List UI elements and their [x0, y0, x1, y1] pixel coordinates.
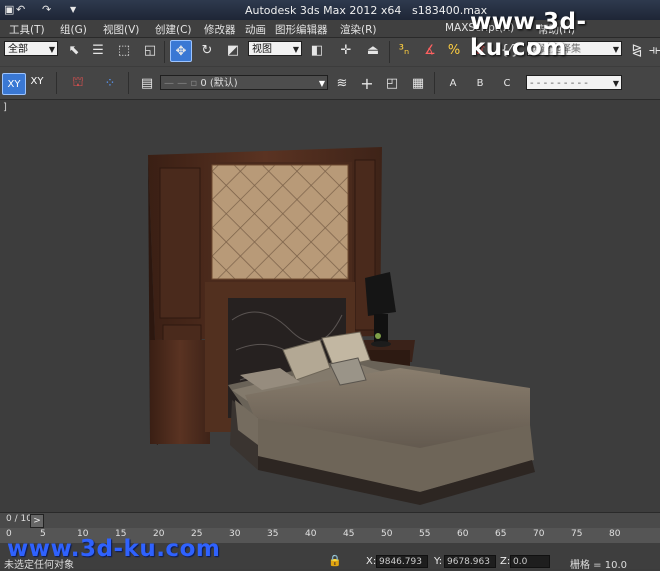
viewport-label[interactable]: ]	[3, 102, 7, 113]
menu-modifiers[interactable]: 修改器	[204, 22, 236, 37]
select-manipulate-button[interactable]: ✛	[336, 40, 356, 60]
separator	[128, 72, 129, 94]
tick-label: 55	[419, 529, 431, 539]
create-layer-button[interactable]: ≋	[332, 73, 352, 93]
tick-label: 80	[609, 529, 621, 539]
quick-access-dropdown-icon[interactable]: ▼	[70, 5, 76, 14]
select-move-button[interactable]: ✥	[170, 40, 192, 62]
menu-animation[interactable]: 动画	[245, 22, 266, 37]
named-set-c-button[interactable]: C	[497, 73, 517, 93]
secondary-toolbar: XY XY ⛫ ⁘ ▤ — — ▫ 0 (默认) ▼ ≋ + ◰ ▦ A B C …	[0, 67, 660, 100]
particle-view-icon[interactable]: ⁘	[100, 73, 120, 93]
reference-coord-dropdown[interactable]: 视图 ▼	[248, 41, 302, 56]
x-coordinate-field[interactable]: 9846.793	[376, 555, 428, 568]
chevron-down-icon: ▼	[318, 79, 325, 88]
named-set-a-button[interactable]: A	[443, 73, 463, 93]
layer-manager-button[interactable]: ▤	[137, 73, 157, 93]
chevron-down-icon: ▼	[612, 79, 619, 88]
select-object-button[interactable]: ⬉	[64, 40, 84, 60]
menu-rendering[interactable]: 渲染(R)	[340, 22, 377, 37]
container-icon[interactable]: ⛫	[68, 73, 88, 93]
percent-snap-button[interactable]: %	[444, 40, 464, 60]
tick-label: 40	[305, 529, 317, 539]
select-rotate-button[interactable]: ↻	[197, 40, 217, 60]
snaps-toggle-button[interactable]: ³ₙ	[394, 40, 414, 60]
tick-label: 35	[267, 529, 279, 539]
chevron-down-icon: ▼	[48, 45, 55, 54]
selection-filter-dropdown[interactable]: 全部 ▼	[4, 41, 58, 56]
tick-label: 75	[571, 529, 583, 539]
add-to-layer-button[interactable]: +	[357, 73, 377, 93]
select-in-layer-button[interactable]: ◰	[382, 73, 402, 93]
x-label: X:	[366, 556, 377, 567]
separator	[164, 41, 165, 63]
layer-dropdown[interactable]: — — ▫ 0 (默认) ▼	[160, 75, 328, 90]
separator	[434, 72, 435, 94]
y-coordinate-field[interactable]: 9678.963	[444, 555, 496, 568]
separator	[389, 41, 390, 63]
menu-graph-editors[interactable]: 图形编辑器	[275, 22, 328, 37]
watermark-bottom: www.3d-ku.com	[7, 536, 221, 562]
menu-group[interactable]: 组(G)	[60, 22, 87, 37]
tick-label: 45	[343, 529, 355, 539]
lock-selection-icon[interactable]: 🔒	[328, 554, 342, 567]
app-menu-icon[interactable]: ▣	[4, 3, 14, 16]
watermark-top: www.3d-ku.com	[470, 9, 587, 61]
menu-views[interactable]: 视图(V)	[103, 22, 139, 37]
menu-create[interactable]: 创建(C)	[155, 22, 192, 37]
menu-tools[interactable]: 工具(T)	[9, 22, 45, 37]
perspective-viewport[interactable]: ]	[0, 100, 660, 512]
axis-xy-button[interactable]: XY	[2, 73, 26, 95]
select-scale-button[interactable]: ◩	[223, 40, 243, 60]
window-crossing-button[interactable]: ◱	[140, 40, 160, 60]
select-by-name-button[interactable]: ☰	[88, 40, 108, 60]
y-label: Y:	[434, 556, 443, 567]
separator	[56, 72, 57, 94]
named-set-b-button[interactable]: B	[470, 73, 490, 93]
selection-filter-value: 全部	[8, 44, 28, 55]
layer-line-icon: — — ▫	[164, 78, 201, 89]
redo-button[interactable]: ↷	[42, 3, 51, 16]
undo-button[interactable]: ↶	[16, 3, 25, 16]
axis-xy-plane-button[interactable]: XY	[27, 71, 47, 91]
time-slider[interactable]: 0 / 100 >	[0, 512, 660, 529]
tick-label: 70	[533, 529, 545, 539]
line-style-icon: - - - - - - - - -	[530, 78, 588, 89]
layer-label: 0 (默认)	[200, 78, 238, 89]
pivot-center-button[interactable]: ◧	[307, 40, 327, 60]
keyboard-shortcut-override-button[interactable]: ⏏	[363, 40, 383, 60]
line-style-dropdown[interactable]: - - - - - - - - - ▼	[526, 75, 622, 90]
tick-label: 30	[229, 529, 241, 539]
time-slider-next-button[interactable]: >	[30, 514, 44, 528]
angle-snap-button[interactable]: ∡	[420, 40, 440, 60]
rectangular-selection-button[interactable]: ⬚	[114, 40, 134, 60]
chevron-down-icon: ▼	[292, 45, 299, 54]
z-coordinate-field[interactable]: 0.0	[510, 555, 550, 568]
tick-label: 60	[457, 529, 469, 539]
set-current-layer-button[interactable]: ▦	[408, 73, 428, 93]
tufted-headboard	[208, 162, 352, 282]
tick-label: 50	[381, 529, 393, 539]
tick-label: 65	[495, 529, 507, 539]
bed-scene	[148, 147, 535, 505]
z-label: Z:	[500, 556, 511, 567]
app-title: Autodesk 3ds Max 2012 x64	[245, 4, 402, 17]
reference-coord-value: 视图	[252, 44, 272, 55]
